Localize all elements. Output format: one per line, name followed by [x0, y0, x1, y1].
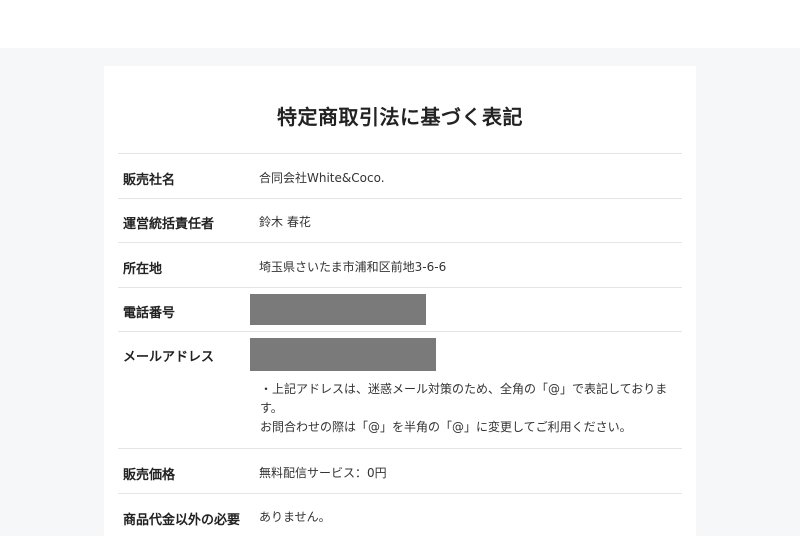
- table-row-email: メールアドレス ・上記アドレスは、迷惑メール対策のため、全角の「@」で表記してお…: [118, 331, 682, 448]
- row-value-seller-name: 合同会社White&Coco.: [259, 171, 385, 185]
- table-row-manager: 運営統括責任者 鈴木 春花: [118, 198, 682, 242]
- row-label-price: 販売価格: [123, 468, 176, 483]
- row-label-other-costs: 商品代金以外の必要: [123, 513, 241, 528]
- row-label-manager: 運営統括責任者: [123, 217, 215, 232]
- email-note-line: ・上記アドレスは、迷惑メール対策のため、全角の「@」で表記しておりま: [260, 382, 668, 396]
- row-value-other-costs: ありません。: [259, 510, 331, 524]
- table-row-other-costs: 商品代金以外の必要 ありません。: [118, 493, 682, 533]
- legal-notice-card: 特定商取引法に基づく表記 販売社名 合同会社White&Coco. 運営統括責任…: [104, 66, 696, 536]
- page-title: 特定商取引法に基づく表記: [277, 105, 523, 129]
- email-note-line: お問合わせの際は「@」を半角の「@」に変更してご利用ください。: [260, 420, 632, 434]
- table-row-seller-name: 販売社名 合同会社White&Coco.: [118, 153, 682, 198]
- phone-redaction-block: [250, 294, 426, 325]
- row-label-email: メールアドレス: [123, 350, 215, 365]
- row-label-seller-name: 販売社名: [123, 173, 176, 188]
- row-label-phone: 電話番号: [123, 306, 176, 321]
- row-label-address: 所在地: [123, 262, 163, 277]
- row-value-price: 無料配信サービス：0円: [259, 466, 387, 480]
- table-row-address: 所在地 埼玉県さいたま市浦和区前地3-6-6: [118, 242, 682, 287]
- row-value-address: 埼玉県さいたま市浦和区前地3-6-6: [259, 260, 447, 274]
- top-header-bar: [0, 0, 800, 48]
- table-row-phone: 電話番号: [118, 287, 682, 331]
- email-note-line: す。: [260, 401, 283, 415]
- legal-info-table: 販売社名 合同会社White&Coco. 運営統括責任者 鈴木 春花 所在地 埼…: [118, 153, 682, 533]
- table-row-price: 販売価格 無料配信サービス：0円: [118, 448, 682, 493]
- row-value-manager: 鈴木 春花: [259, 215, 311, 229]
- email-redaction-block: [250, 338, 436, 371]
- email-note: ・上記アドレスは、迷惑メール対策のため、全角の「@」で表記しておりま す。 お問…: [260, 380, 680, 437]
